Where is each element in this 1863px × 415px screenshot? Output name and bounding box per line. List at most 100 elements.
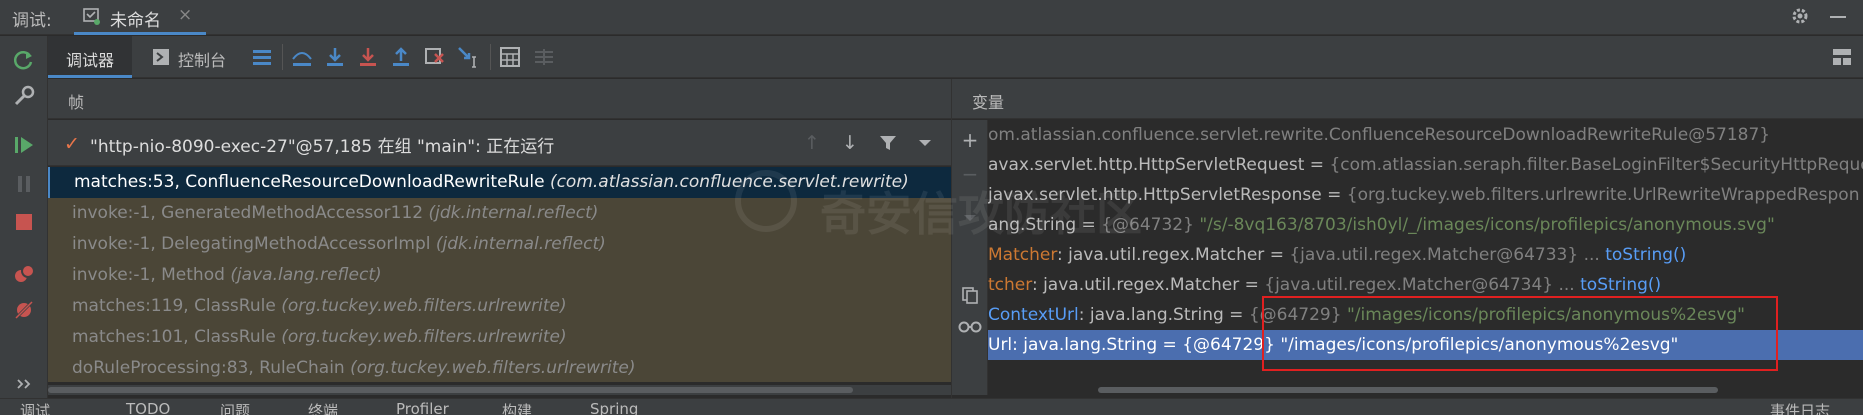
tool-tab-debug[interactable]: 调试 [20,400,50,415]
frames-list: matches:53, ConfluenceResourceDownloadRe… [48,167,951,382]
console-icon [153,49,169,65]
glasses-icon[interactable] [958,316,982,336]
drop-frame-icon[interactable] [422,45,446,69]
pause-icon[interactable] [12,172,36,196]
debug-config-icon [83,8,100,25]
frames-panel-header: 帧 [48,79,951,119]
frame-method: doRuleProcessing:83, RuleChain [72,358,345,378]
debug-label: 调试: [12,11,52,31]
frame-row[interactable]: matches:53, ConfluenceResourceDownloadRe… [48,167,951,198]
debugger-toolbar: 调试器 控制台 [48,36,1863,78]
view-breakpoints-icon[interactable] [12,262,36,286]
copy-icon[interactable] [960,285,980,305]
tab-debugger[interactable]: 调试器 [48,36,132,78]
frame-row[interactable]: invoke:-1, Method (java.lang.reflect) [48,260,951,291]
step-out-icon[interactable] [389,45,413,69]
frames-horizontal-scrollbar[interactable] [48,385,951,395]
trace-streams-icon[interactable] [532,45,556,69]
tool-tab-todo[interactable]: TODO [126,400,170,415]
variable-name: Matcher [988,245,1058,265]
debug-actions-strip [0,36,48,398]
watermark: 奇安信攻防社区 [820,187,1142,241]
variable-equals: = [1223,305,1249,325]
tool-tab-terminal[interactable]: 终端 [308,400,338,415]
frame-row[interactable]: matches:101, ClassRule (org.tuckey.web.f… [48,322,951,353]
frame-method: matches:119, ClassRule [72,296,276,316]
variable-ref: {com.atlassian.seraph.filter.BaseLoginFi… [1329,155,1863,175]
evaluate-expression-icon[interactable] [498,45,522,69]
tab-console-label: 控制台 [178,51,227,70]
show-execution-point-icon[interactable] [290,45,314,69]
frame-package: (jdk.internal.reflect) [428,203,599,223]
variable-row[interactable]: om.atlassian.confluence.servlet.rewrite.… [988,120,1770,150]
frame-method: invoke:-1, Method [72,265,225,285]
frame-row[interactable]: invoke:-1, GeneratedMethodAccessor112 (j… [48,198,951,229]
variables-horizontal-scrollbar[interactable] [988,385,1863,395]
variable-type: : java.util.regex.Matcher [1057,245,1265,265]
layout-icon[interactable] [250,45,274,69]
minimize-icon[interactable] [1830,16,1846,18]
variable-equals: = [1264,245,1290,265]
tool-tab-event-log[interactable]: 事件日志 [1770,400,1830,415]
debug-tool-window-header: 调试: 未命名 × [0,0,1863,35]
arrow-down-icon[interactable]: ↓ [842,132,858,154]
tab-untitled-session[interactable]: 未命名 × [74,0,206,35]
variable-equals: = [1157,335,1183,355]
variable-equals: = [1321,185,1347,205]
tool-tab-spring[interactable]: Spring [590,400,638,415]
to-string-link[interactable]: toString() [1580,275,1661,295]
frame-row[interactable]: matches:119, ClassRule (org.tuckey.web.f… [48,291,951,322]
frame-method: invoke:-1, GeneratedMethodAccessor112 [72,203,424,223]
add-watch-icon[interactable]: + [960,130,980,150]
variable-type: avax.servlet.http.HttpServletRequest [988,155,1305,175]
chevron-down-icon[interactable] [918,138,932,148]
mute-breakpoints-icon[interactable] [12,298,36,322]
scrollbar-thumb[interactable] [48,387,853,393]
gear-icon[interactable] [1790,6,1810,26]
frame-row[interactable]: invoke:-1, DelegatingMethodAccessorImpl … [48,229,951,260]
frame-method: invoke:-1, DelegatingMethodAccessorImpl [72,234,431,254]
variable-type: : java.util.regex.Matcher [1031,275,1240,295]
close-icon[interactable]: × [178,5,192,25]
frame-row[interactable]: doRuleProcessing:83, RuleChain (org.tuck… [48,353,951,382]
tool-window-bar: 调试 TODO 问题 终端 Profiler 构建 Spring 事件日志 [0,398,1863,415]
variable-name: ContextUrl [988,305,1079,325]
step-over-icon[interactable] [323,45,347,69]
scrollbar-thumb[interactable] [1098,387,1718,393]
resume-icon[interactable] [12,133,36,157]
variable-equals: = [1239,275,1265,295]
annotation-highlight-box [1262,296,1778,371]
toolbar-separator [282,44,283,70]
variable-type: : java.lang.String [1078,305,1224,325]
step-into-icon[interactable] [356,45,380,69]
variable-row[interactable]: Matcher: java.util.regex.Matcher = {java… [988,240,1686,270]
tool-tab-profiler[interactable]: Profiler [396,400,449,415]
thread-name: "http-nio-8090-exec-27"@57,185 在组 "main"… [90,137,555,157]
more-actions-icon[interactable] [12,372,36,396]
variable-name: tcher [988,275,1032,295]
stop-icon[interactable] [12,210,36,234]
tool-tab-problems[interactable]: 问题 [220,400,250,415]
tool-tab-build[interactable]: 构建 [502,400,532,415]
run-to-cursor-icon[interactable] [456,45,480,69]
check-icon: ✓ [64,133,80,155]
filter-icon[interactable] [878,133,898,153]
toolbar-separator [490,44,491,70]
variables-gutter: + − [952,120,988,395]
wrench-icon[interactable] [12,84,36,108]
variable-ref: {org.tuckey.web.filters.urlrewrite.UrlRe… [1346,185,1860,205]
variable-value: "/s/-8vq163/8703/ish0yl/_/images/icons/p… [1199,215,1775,235]
thread-selector[interactable]: ✓ "http-nio-8090-exec-27"@57,185 在组 "mai… [48,120,951,166]
tab-console[interactable]: 控制台 [152,36,252,78]
variable-ref: {java.util.regex.Matcher@64734} ... [1264,275,1581,295]
frame-method: matches:53, ConfluenceResourceDownloadRe… [74,172,545,192]
layout-options-icon[interactable] [1830,45,1854,69]
arrow-up-icon[interactable]: ↑ [804,132,820,154]
variable-row[interactable]: avax.servlet.http.HttpServletRequest = {… [988,150,1863,180]
watermark-logo [735,170,797,232]
tab-debugger-label: 调试器 [66,51,115,70]
variables-panel-header: 变量 [952,79,1863,119]
to-string-link[interactable]: toString() [1605,245,1686,265]
rerun-icon[interactable] [12,48,36,72]
frame-package: (org.tuckey.web.filters.urlrewrite) [281,296,567,316]
